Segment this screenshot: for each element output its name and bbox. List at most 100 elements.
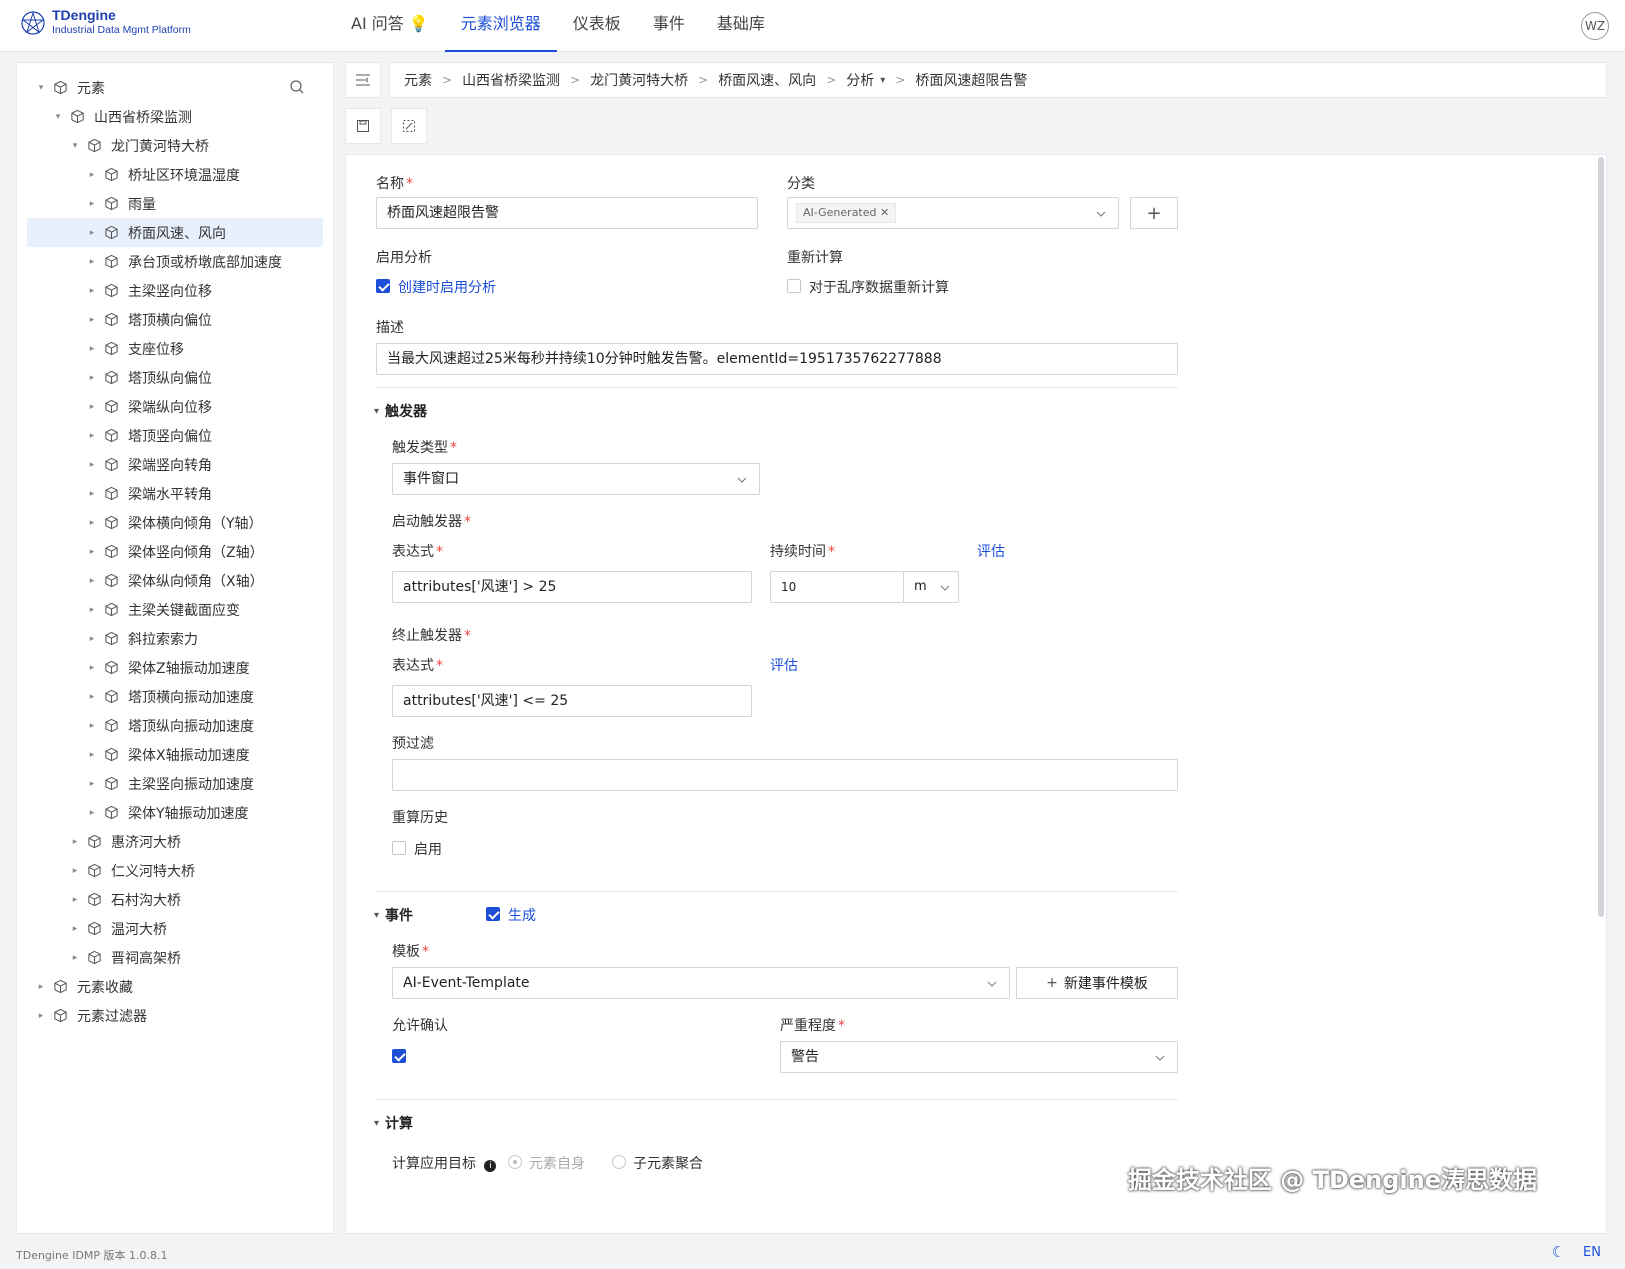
tree-item[interactable]: ▸ 塔顶竖向偏位	[27, 421, 323, 450]
moon-icon[interactable]: ☾	[1552, 1243, 1565, 1261]
tree-item[interactable]: ▸ 主梁关键截面应变	[27, 595, 323, 624]
tree-item[interactable]: ▸ 梁体Y轴振动加速度	[27, 798, 323, 827]
caret-right-icon[interactable]: ▸	[35, 1011, 47, 1021]
close-icon[interactable]: ✕	[880, 206, 889, 219]
recalc-history-checkbox[interactable]	[392, 841, 406, 855]
target-self-radio[interactable]	[508, 1155, 522, 1169]
target-children-radio[interactable]	[612, 1155, 626, 1169]
caret-right-icon[interactable]: ▸	[86, 808, 98, 818]
caret-right-icon[interactable]: ▸	[35, 982, 47, 992]
tree-item[interactable]: ▸ 梁体纵向倾角（X轴）	[27, 566, 323, 595]
nav-dashboard[interactable]: 仪表板	[557, 0, 637, 52]
caret-right-icon[interactable]: ▸	[86, 460, 98, 470]
tree-item[interactable]: ▸ 斜拉索索力	[27, 624, 323, 653]
tree-item[interactable]: ▾ 山西省桥梁监测	[27, 102, 323, 131]
language-toggle[interactable]: EN	[1583, 1245, 1601, 1260]
caret-right-icon[interactable]: ▸	[69, 837, 81, 847]
crumb-wind[interactable]: 桥面风速、风向	[718, 70, 816, 90]
enable-on-create-label[interactable]: 创建时启用分析	[398, 277, 496, 297]
caret-right-icon[interactable]: ▸	[86, 431, 98, 441]
toggle-sidebar-button[interactable]	[345, 62, 381, 98]
caret-right-icon[interactable]: ▸	[86, 199, 98, 209]
caret-right-icon[interactable]: ▸	[86, 692, 98, 702]
tree-item[interactable]: ▸ 石村沟大桥	[27, 885, 323, 914]
caret-right-icon[interactable]: ▸	[86, 547, 98, 557]
event-template-select[interactable]: AI-Event-Template	[392, 967, 1010, 999]
compute-section-header[interactable]: ▾ 计算	[374, 1113, 413, 1133]
tree-item[interactable]: ▸ 晋祠高架桥	[27, 943, 323, 972]
prefilter-input[interactable]	[392, 759, 1178, 791]
nav-library[interactable]: 基础库	[701, 0, 781, 52]
caret-right-icon[interactable]: ▸	[86, 373, 98, 383]
recalc-out-of-order-checkbox[interactable]	[787, 279, 801, 293]
tree-item[interactable]: ▸ 塔顶横向振动加速度	[27, 682, 323, 711]
crumb-analysis[interactable]: 分析	[846, 70, 874, 90]
info-icon[interactable]: i	[484, 1160, 497, 1172]
tree-item[interactable]: ▸ 雨量	[27, 189, 323, 218]
event-section-header[interactable]: ▾ 事件	[374, 905, 413, 925]
trigger-type-select[interactable]: 事件窗口	[392, 463, 760, 495]
save-button[interactable]	[345, 108, 381, 144]
caret-right-icon[interactable]: ▸	[86, 228, 98, 238]
add-category-button[interactable]: +	[1130, 197, 1178, 229]
tree-item[interactable]: ▸ 温河大桥	[27, 914, 323, 943]
crumb-elements[interactable]: 元素	[404, 70, 432, 90]
target-children-label[interactable]: 子元素聚合	[633, 1153, 703, 1173]
tree-item[interactable]: ▸ 梁体Z轴振动加速度	[27, 653, 323, 682]
caret-right-icon[interactable]: ▸	[86, 344, 98, 354]
tree-item[interactable]: ▸ 梁体X轴振动加速度	[27, 740, 323, 769]
caret-right-icon[interactable]: ▸	[86, 634, 98, 644]
severity-select[interactable]: 警告	[780, 1041, 1178, 1073]
tree-item[interactable]: ▸ 元素收藏	[27, 972, 323, 1001]
generate-event-label[interactable]: 生成	[508, 905, 536, 925]
caret-right-icon[interactable]: ▸	[86, 170, 98, 180]
target-self-label[interactable]: 元素自身	[529, 1153, 585, 1173]
caret-right-icon[interactable]: ▸	[86, 750, 98, 760]
caret-right-icon[interactable]: ▸	[69, 866, 81, 876]
tree-item[interactable]: ▾ 龙门黄河特大桥	[27, 131, 323, 160]
caret-down-icon[interactable]: ▾	[35, 83, 47, 93]
crumb-province[interactable]: 山西省桥梁监测	[462, 70, 560, 90]
tree-item[interactable]: ▸ 元素过滤器	[27, 1001, 323, 1030]
caret-right-icon[interactable]: ▸	[86, 518, 98, 528]
chevron-down-icon[interactable]: ▾	[880, 75, 885, 86]
user-avatar[interactable]: WZ	[1581, 12, 1609, 40]
tree-root[interactable]: ▾ 元素	[27, 73, 323, 102]
crumb-bridge[interactable]: 龙门黄河特大桥	[590, 70, 688, 90]
caret-right-icon[interactable]: ▸	[86, 721, 98, 731]
scrollbar[interactable]	[1598, 157, 1604, 917]
tree-item[interactable]: ▸ 桥面风速、风向	[27, 218, 323, 247]
caret-right-icon[interactable]: ▸	[86, 257, 98, 267]
discard-button[interactable]	[391, 108, 427, 144]
tree-item[interactable]: ▸ 惠济河大桥	[27, 827, 323, 856]
category-select[interactable]: AI-Generated ✕	[787, 197, 1119, 229]
duration-input[interactable]: 10	[770, 571, 904, 603]
tree-item[interactable]: ▸ 塔顶纵向振动加速度	[27, 711, 323, 740]
start-expression-input[interactable]: attributes['风速'] > 25	[392, 571, 752, 603]
tree-item[interactable]: ▸ 塔顶横向偏位	[27, 305, 323, 334]
nav-element-browser[interactable]: 元素浏览器	[444, 0, 557, 52]
tree-item[interactable]: ▸ 主梁竖向振动加速度	[27, 769, 323, 798]
caret-right-icon[interactable]: ▸	[86, 663, 98, 673]
enable-on-create-checkbox[interactable]	[376, 279, 390, 293]
caret-right-icon[interactable]: ▸	[86, 315, 98, 325]
tree-item[interactable]: ▸ 梁体横向倾角（Y轴）	[27, 508, 323, 537]
caret-down-icon[interactable]: ▾	[69, 141, 81, 151]
tree-item[interactable]: ▸ 仁义河特大桥	[27, 856, 323, 885]
tree-item[interactable]: ▸ 承台顶或桥墩底部加速度	[27, 247, 323, 276]
nav-ai-qa[interactable]: AI 问答 💡	[335, 0, 445, 52]
tree-item[interactable]: ▸ 梁体竖向倾角（Z轴）	[27, 537, 323, 566]
duration-unit-select[interactable]: m	[903, 571, 959, 603]
tree-item[interactable]: ▸ 主梁竖向位移	[27, 276, 323, 305]
tree-item[interactable]: ▸ 桥址区环境温湿度	[27, 160, 323, 189]
trigger-section-header[interactable]: ▾ 触发器	[374, 401, 427, 421]
caret-down-icon[interactable]: ▾	[52, 112, 64, 122]
tree-item[interactable]: ▸ 梁端竖向转角	[27, 450, 323, 479]
allow-ack-checkbox[interactable]	[392, 1049, 406, 1063]
tree-item[interactable]: ▸ 塔顶纵向偏位	[27, 363, 323, 392]
caret-right-icon[interactable]: ▸	[69, 895, 81, 905]
recalc-history-option[interactable]: 启用	[414, 839, 442, 859]
nav-events[interactable]: 事件	[637, 0, 701, 52]
caret-right-icon[interactable]: ▸	[86, 779, 98, 789]
caret-right-icon[interactable]: ▸	[86, 489, 98, 499]
